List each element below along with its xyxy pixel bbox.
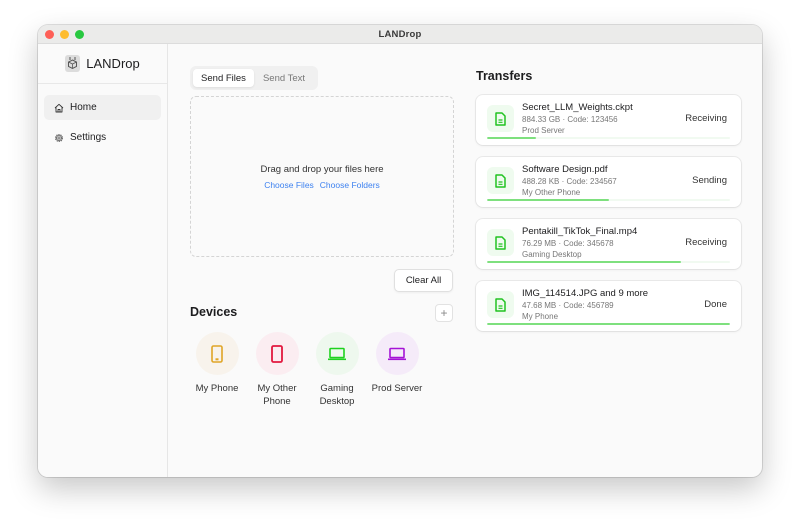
sidebar-nav: Home Settings [38, 84, 167, 150]
tab-send-text[interactable]: Send Text [254, 69, 314, 87]
device-avatar [255, 332, 299, 375]
laptop-icon [328, 347, 346, 360]
device-name: Gaming Desktop [319, 383, 355, 407]
devices-heading: Devices [190, 305, 238, 319]
sidebar-item-home[interactable]: Home [44, 95, 161, 120]
transfer-status: Sending [692, 175, 727, 186]
transfer-progress-fill [487, 323, 730, 325]
window-controls [45, 30, 84, 39]
transfer-status: Receiving [685, 113, 727, 124]
device-avatar [315, 332, 359, 375]
transfers-heading: Transfers [476, 69, 533, 83]
device-name: My Other Phone [257, 383, 297, 407]
phone-icon [271, 344, 283, 363]
transfer-device: My Other Phone [522, 188, 581, 197]
device-prod-server[interactable]: Prod Server [367, 332, 427, 408]
app-name: LANDrop [86, 56, 140, 71]
clear-all-button[interactable]: Clear All [394, 269, 453, 292]
file-dropzone[interactable]: Drag and drop your files here Choose Fil… [190, 96, 454, 257]
sidebar: LANDrop Home Settings [38, 44, 168, 477]
transfer-size-code: 884.33 GB · Code: 123456 [522, 115, 618, 124]
transfer-progress-bar [487, 199, 730, 201]
transfer-size-code: 488.28 KB · Code: 234567 [522, 177, 617, 186]
file-icon [487, 105, 514, 132]
app-logo-icon [65, 55, 81, 72]
brand: LANDrop [38, 44, 167, 84]
transfer-file-name: Software Design.pdf [522, 164, 608, 175]
transfer-item[interactable]: Secret_LLM_Weights.ckpt 884.33 GB · Code… [476, 95, 741, 145]
transfer-progress-fill [487, 261, 682, 263]
transfer-status: Done [704, 299, 727, 310]
dropzone-instructions: Drag and drop your files here [260, 163, 384, 175]
transfer-item[interactable]: IMG_114514.JPG and 9 more 47.68 MB · Cod… [476, 281, 741, 331]
transfer-size-code: 47.68 MB · Code: 456789 [522, 301, 614, 310]
transfer-progress-fill [487, 137, 536, 139]
main-content: Send Files Send Text Drag and drop your … [169, 44, 762, 477]
choose-folders-link[interactable]: Choose Folders [320, 180, 380, 190]
device-name: Prod Server [371, 383, 423, 394]
transfer-device: Prod Server [522, 126, 565, 135]
home-icon [54, 103, 64, 112]
transfer-list: Secret_LLM_Weights.ckpt 884.33 GB · Code… [476, 95, 741, 343]
transfer-size-code: 76.29 MB · Code: 345678 [522, 239, 614, 248]
transfer-file-name: Secret_LLM_Weights.ckpt [522, 102, 633, 113]
file-icon [487, 167, 514, 194]
device-avatar [195, 332, 239, 375]
file-icon [487, 291, 514, 318]
transfer-progress-fill [487, 199, 609, 201]
device-list: My Phone My Other Phone Gaming Desktop P… [187, 332, 427, 408]
sidebar-item-label: Home [70, 102, 97, 113]
choose-files-link[interactable]: Choose Files [264, 180, 314, 190]
window-title: LANDrop [378, 28, 422, 40]
device-my-other-phone[interactable]: My Other Phone [247, 332, 307, 408]
sidebar-item-label: Settings [70, 132, 107, 143]
transfer-status: Receiving [685, 237, 727, 248]
transfer-progress-bar [487, 261, 730, 263]
file-icon [487, 229, 514, 256]
transfer-device: Gaming Desktop [522, 250, 582, 259]
device-name: My Phone [195, 383, 239, 394]
laptop-icon [388, 347, 406, 360]
maximize-window-button[interactable] [75, 30, 84, 39]
transfer-progress-bar [487, 137, 730, 139]
close-window-button[interactable] [45, 30, 54, 39]
app-window: LANDrop LANDrop Home Settings Send Files… [38, 25, 762, 477]
transfer-item[interactable]: Pentakill_TikTok_Final.mp4 76.29 MB · Co… [476, 219, 741, 269]
device-my-phone[interactable]: My Phone [187, 332, 247, 408]
phone-icon [211, 344, 223, 363]
device-avatar [375, 332, 419, 375]
gear-icon [55, 133, 63, 142]
transfer-device: My Phone [522, 312, 559, 321]
transfer-file-name: Pentakill_TikTok_Final.mp4 [522, 226, 638, 237]
title-bar: LANDrop [38, 25, 762, 44]
transfer-item[interactable]: Software Design.pdf 488.28 KB · Code: 23… [476, 157, 741, 207]
tab-send-files[interactable]: Send Files [193, 69, 254, 87]
transfer-progress-bar [487, 323, 730, 325]
device-gaming-desktop[interactable]: Gaming Desktop [307, 332, 367, 408]
transfer-file-name: IMG_114514.JPG and 9 more [522, 288, 649, 299]
send-mode-tabs: Send Files Send Text [190, 66, 318, 90]
sidebar-item-settings[interactable]: Settings [44, 125, 161, 150]
minimize-window-button[interactable] [60, 30, 69, 39]
add-device-button[interactable]: + [435, 304, 453, 322]
